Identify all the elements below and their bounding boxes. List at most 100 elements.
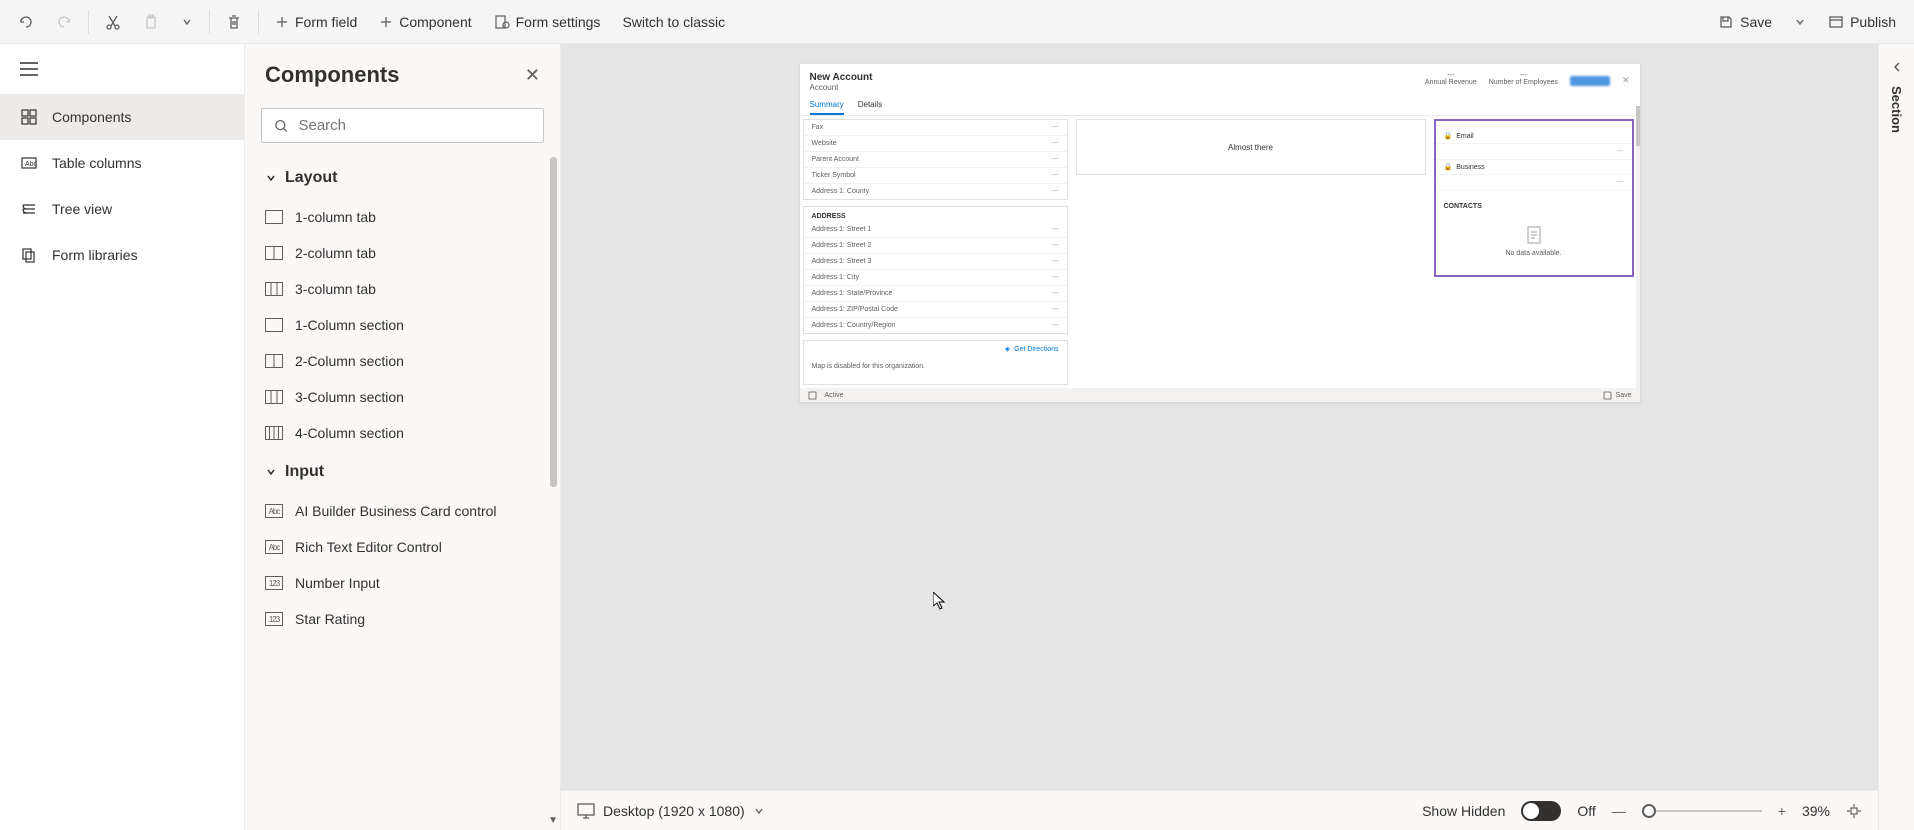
contacts-title: CONTACTS	[1436, 197, 1632, 212]
save-button[interactable]: Save	[1708, 8, 1782, 36]
layout-group-header[interactable]: Layout	[245, 157, 560, 199]
layout-glyph-icon	[265, 282, 283, 296]
field-label: Address 1: Street 2	[812, 242, 872, 249]
header-col: --- Annual Revenue	[1425, 72, 1477, 86]
field-row[interactable]: Parent Account---	[804, 152, 1067, 168]
form-settings-button[interactable]: Form settings	[484, 8, 611, 36]
field-row[interactable]: Address 1: Street 2 ---	[804, 238, 1067, 254]
header-col: --- Number of Employees	[1489, 72, 1558, 86]
layout-item[interactable]: 2-column tab	[245, 235, 560, 271]
selected-section[interactable]: 🔒 Email --- 🔒 Business --- CONTACTS	[1434, 119, 1634, 277]
publish-button[interactable]: Publish	[1818, 8, 1906, 36]
layout-header-label: Layout	[285, 169, 337, 187]
nav-form-libraries-label: Form libraries	[52, 247, 138, 263]
search-box[interactable]	[261, 108, 544, 143]
layout-item[interactable]: 1-Column section	[245, 307, 560, 343]
input-item[interactable]: AbcRich Text Editor Control	[245, 529, 560, 565]
delete-button[interactable]	[216, 8, 252, 36]
get-directions[interactable]: Get Directions	[1014, 346, 1058, 353]
device-selector[interactable]: Desktop (1920 x 1080)	[577, 803, 765, 819]
tab-summary[interactable]: Summary	[810, 96, 844, 115]
layout-item[interactable]: 1-column tab	[245, 199, 560, 235]
zoom-slider[interactable]	[1642, 810, 1762, 812]
form-preview[interactable]: New Account Account --- Annual Revenue -…	[800, 64, 1640, 402]
form-field-button[interactable]: Form field	[265, 8, 367, 36]
form-scrollbar[interactable]	[1636, 106, 1640, 388]
footer-save[interactable]: Save	[1616, 392, 1632, 399]
input-item[interactable]: 123Star Rating	[245, 601, 560, 637]
field-label: Address 1: City	[812, 274, 859, 281]
panel-close-button[interactable]: ✕	[525, 65, 540, 86]
lock-row: 🔒 Business	[1436, 160, 1632, 175]
component-button[interactable]: Component	[369, 8, 481, 36]
component-label: Component	[399, 14, 471, 30]
nav-components[interactable]: Components	[0, 94, 244, 140]
undo-button[interactable]	[8, 8, 44, 36]
layout-item[interactable]: 2-Column section	[245, 343, 560, 379]
field-label: Parent Account	[812, 156, 859, 163]
tree-view-icon	[20, 200, 38, 218]
tab-details[interactable]: Details	[858, 96, 882, 115]
hamburger-button[interactable]	[0, 44, 244, 94]
nav-form-libraries[interactable]: Form libraries	[0, 232, 244, 278]
search-input[interactable]	[298, 117, 531, 134]
svg-text:Abc: Abc	[25, 161, 37, 168]
input-group-header[interactable]: Input	[245, 451, 560, 493]
nav-tree-view[interactable]: Tree view	[0, 186, 244, 232]
layout-item[interactable]: 4-Column section	[245, 415, 560, 451]
plus-icon	[379, 15, 393, 29]
account-info-card[interactable]: Fax---Website---Parent Account---Ticker …	[803, 119, 1068, 200]
chevron-down-icon	[753, 805, 765, 817]
field-value: ---	[1052, 226, 1059, 233]
input-item[interactable]: 123Number Input	[245, 565, 560, 601]
show-hidden-toggle[interactable]	[1521, 801, 1561, 821]
field-row[interactable]: Address 1: County---	[804, 184, 1067, 199]
field-value: ---	[1052, 242, 1059, 249]
cut-button[interactable]	[95, 8, 131, 36]
address-card[interactable]: ADDRESS Address 1: Street 1---Address 1:…	[803, 206, 1068, 334]
field-label: Ticker Symbol	[812, 172, 856, 179]
field-row[interactable]: Address 1: Street 1---	[804, 222, 1067, 238]
field-row[interactable]: Address 1: City---	[804, 270, 1067, 286]
timeline-card[interactable]: Almost there	[1076, 119, 1426, 175]
layout-item-label: 4-Column section	[295, 425, 404, 441]
field-row[interactable]: Address 1: ZIP/Postal Code---	[804, 302, 1067, 318]
field-row[interactable]: Fax---	[804, 120, 1067, 136]
field-row[interactable]: Website---	[804, 136, 1067, 152]
save-dropdown[interactable]	[1784, 10, 1816, 34]
publish-label: Publish	[1850, 14, 1896, 30]
layout-item[interactable]: 3-column tab	[245, 271, 560, 307]
device-label: Desktop (1920 x 1080)	[603, 803, 745, 819]
layout-item[interactable]: 3-Column section	[245, 379, 560, 415]
close-icon[interactable]: ✕	[1622, 75, 1630, 86]
redo-button[interactable]	[46, 8, 82, 36]
field-row[interactable]: Address 1: Country/Region---	[804, 318, 1067, 333]
paste-dropdown[interactable]	[171, 10, 203, 34]
paste-button[interactable]	[133, 8, 169, 36]
lock-row: 🔒 Email	[1436, 129, 1632, 144]
no-data-text: No data available.	[1505, 250, 1561, 257]
save-icon	[1718, 14, 1734, 30]
layout-glyph-icon	[265, 210, 283, 224]
scrollbar[interactable]	[550, 157, 557, 487]
switch-classic-button[interactable]: Switch to classic	[612, 8, 735, 36]
owner-blur	[1570, 76, 1610, 86]
map-card[interactable]: ◈ Get Directions Map is disabled for thi…	[803, 340, 1068, 385]
right-panel-label[interactable]: Section	[1889, 86, 1904, 133]
form-settings-label: Form settings	[516, 14, 601, 30]
zoom-plus[interactable]: +	[1778, 803, 1786, 819]
field-label: Address 1: County	[812, 188, 870, 195]
header-col-owner	[1570, 76, 1610, 86]
input-item[interactable]: AbcAI Builder Business Card control	[245, 493, 560, 529]
field-row[interactable]: Address 1: Street 3---	[804, 254, 1067, 270]
expand-panel-button[interactable]	[1890, 60, 1904, 74]
scroll-down-caret[interactable]: ▼	[548, 815, 558, 826]
publish-icon	[1828, 14, 1844, 30]
field-row[interactable]: Address 1: State/Province---	[804, 286, 1067, 302]
field-row[interactable]: Ticker Symbol---	[804, 168, 1067, 184]
form-libraries-icon	[20, 246, 38, 264]
nav-table-columns[interactable]: Abc Table columns	[0, 140, 244, 186]
zoom-minus[interactable]: —	[1612, 803, 1626, 819]
fit-icon[interactable]	[1846, 803, 1862, 819]
right-panel-collapsed: Section	[1878, 44, 1914, 830]
